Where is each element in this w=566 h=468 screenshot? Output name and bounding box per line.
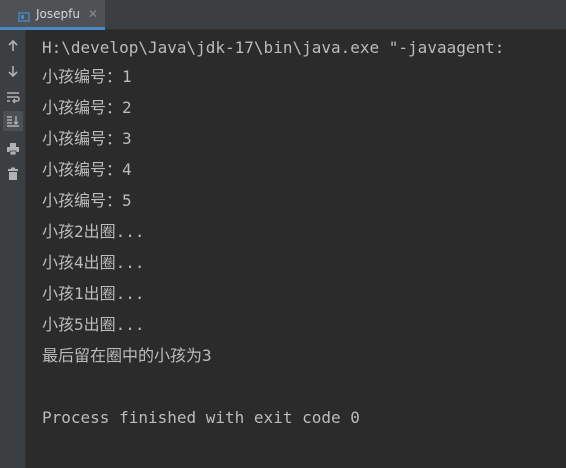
print-icon[interactable] <box>3 139 23 159</box>
console-line: 最后留在圈中的小孩为3 <box>42 346 212 365</box>
tab-label: Josepfu <box>36 6 80 21</box>
console-line: 小孩编号：2 <box>42 98 132 117</box>
soft-wrap-icon[interactable] <box>3 87 23 107</box>
run-tool-window: Josepfu ✕ H:\develop\Java\jdk-17\bin\jav… <box>0 0 566 468</box>
console-line: 小孩编号：1 <box>42 67 132 86</box>
tab-josepfu[interactable]: Josepfu ✕ <box>0 0 105 30</box>
console-line: 小孩1出圈... <box>42 284 145 303</box>
command-line: H:\develop\Java\jdk-17\bin\java.exe "-ja… <box>42 38 505 57</box>
trash-icon[interactable] <box>3 164 23 184</box>
run-tab-bar: Josepfu ✕ <box>0 0 566 30</box>
process-exit-message: Process finished with exit code 0 <box>42 408 360 427</box>
console-output[interactable]: H:\develop\Java\jdk-17\bin\java.exe "-ja… <box>26 30 566 468</box>
scroll-to-end-icon[interactable] <box>3 111 23 131</box>
console-line: 小孩编号：3 <box>42 129 132 148</box>
console-line: 小孩5出圈... <box>42 315 145 334</box>
console-line: 小孩编号：5 <box>42 191 132 210</box>
console-line: 小孩编号：4 <box>42 160 132 179</box>
console-line: 小孩2出圈... <box>42 222 145 241</box>
arrow-down-icon[interactable] <box>3 61 23 81</box>
console-toolbar <box>0 30 26 468</box>
arrow-up-icon[interactable] <box>3 36 23 56</box>
run-config-icon <box>18 8 30 22</box>
close-icon[interactable]: ✕ <box>88 7 98 21</box>
console-line: 小孩4出圈... <box>42 253 145 272</box>
